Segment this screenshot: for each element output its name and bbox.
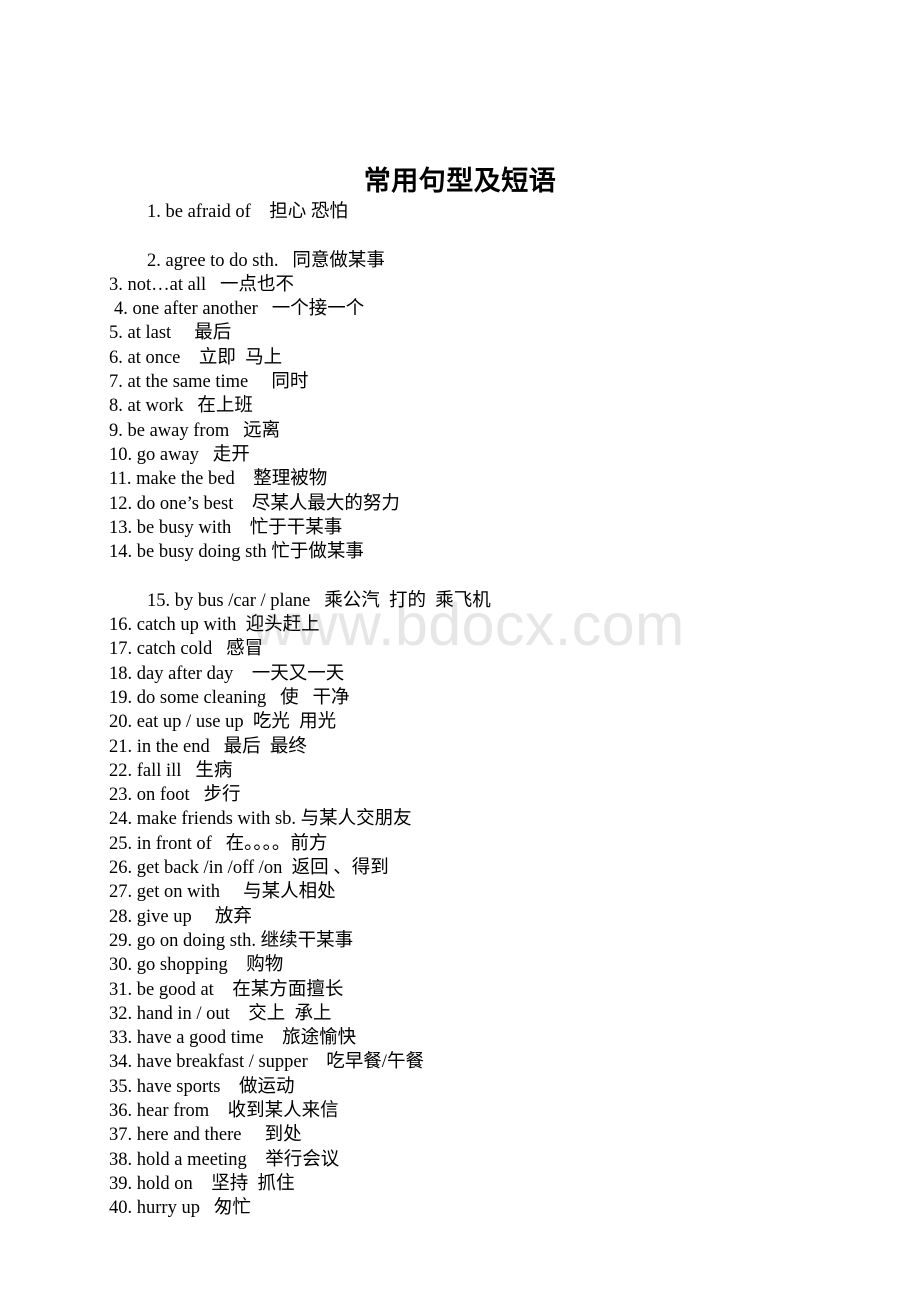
phrase-line: 5. at last 最后 bbox=[109, 323, 232, 344]
phrase-line: 37. here and there 到处 bbox=[109, 1125, 302, 1146]
phrase-line: 34. have breakfast / supper 吃早餐/午餐 bbox=[109, 1052, 424, 1073]
phrase-line: 29. go on doing sth. 继续干某事 bbox=[109, 930, 354, 951]
phrase-line: 19. do some cleaning 使 干净 bbox=[109, 687, 350, 708]
phrase-line: 20. eat up / use up 吃光 用光 bbox=[109, 712, 337, 733]
phrase-line: 1. be afraid of 担心 恐怕 bbox=[147, 202, 348, 222]
page-title: 常用句型及短语 bbox=[363, 166, 557, 197]
phrase-line: 36. hear from 收到某人来信 bbox=[109, 1100, 339, 1121]
phrase-line: 22. fall ill 生病 bbox=[109, 760, 233, 781]
phrase-line: 25. in front of 在。。。。前方 bbox=[109, 833, 328, 854]
phrase-line: 39. hold on 坚持 抓住 bbox=[109, 1173, 295, 1194]
phrase-list: 1. be afraid of 担心 恐怕 2. agree to do sth.… bbox=[0, 200, 920, 1220]
phrase-line: 16. catch up with 迎头赶上 bbox=[109, 615, 320, 636]
document-page: www.bdocx.com 常用句型及短语 1. be afraid of 担心… bbox=[0, 0, 920, 1302]
phrase-line: 24. make friends with sb. 与某人交朋友 bbox=[109, 809, 412, 830]
phrase-line: 35. have sports 做运动 bbox=[109, 1076, 295, 1097]
phrase-line: 12. do one’s best 尽某人最大的努力 bbox=[109, 493, 400, 514]
phrase-line: 14. be busy doing sth 忙于做某事 bbox=[109, 542, 364, 563]
phrase-line: 11. make the bed 整理被物 bbox=[109, 469, 328, 490]
phrase-line: 18. day after day 一天又一天 bbox=[109, 663, 345, 684]
phrase-line: 33. have a good time 旅途愉快 bbox=[109, 1028, 357, 1049]
phrase-line: 9. be away from 远离 bbox=[109, 420, 281, 441]
phrase-line: 31. be good at 在某方面擅长 bbox=[109, 979, 344, 1000]
phrase-line: 2. agree to do sth. 同意做某事 bbox=[147, 250, 385, 271]
phrase-line: 32. hand in / out 交上 承上 bbox=[109, 1003, 332, 1024]
phrase-line: 26. get back /in /off /on 返回 、得到 bbox=[109, 858, 389, 879]
phrase-line: 15. by bus /car / plane 乘公汽 打的 乘飞机 bbox=[147, 590, 491, 611]
phrase-line: 10. go away 走开 bbox=[109, 444, 250, 465]
phrase-line: 23. on foot 步行 bbox=[109, 785, 241, 806]
phrase-line: 38. hold a meeting 举行会议 bbox=[109, 1149, 340, 1170]
phrase-line: 7. at the same time 同时 bbox=[109, 372, 309, 393]
phrase-line: 8. at work 在上班 bbox=[109, 396, 253, 417]
phrase-line: 13. be busy with 忙于干某事 bbox=[109, 517, 343, 538]
phrase-line: 27. get on with 与某人相处 bbox=[109, 882, 336, 903]
phrase-line: 17. catch cold 感冒 bbox=[109, 639, 264, 660]
phrase-line: 6. at once 立即 马上 bbox=[109, 347, 283, 368]
phrase-line: 3. not…at all 一点也不 bbox=[109, 274, 294, 295]
phrase-line: 30. go shopping 购物 bbox=[109, 955, 284, 976]
phrase-line: 21. in the end 最后 最终 bbox=[109, 736, 307, 757]
phrase-line: 4. one after another 一个接一个 bbox=[114, 299, 365, 320]
phrase-line: 40. hurry up 匆忙 bbox=[109, 1198, 251, 1219]
phrase-line: 28. give up 放弃 bbox=[109, 906, 252, 927]
